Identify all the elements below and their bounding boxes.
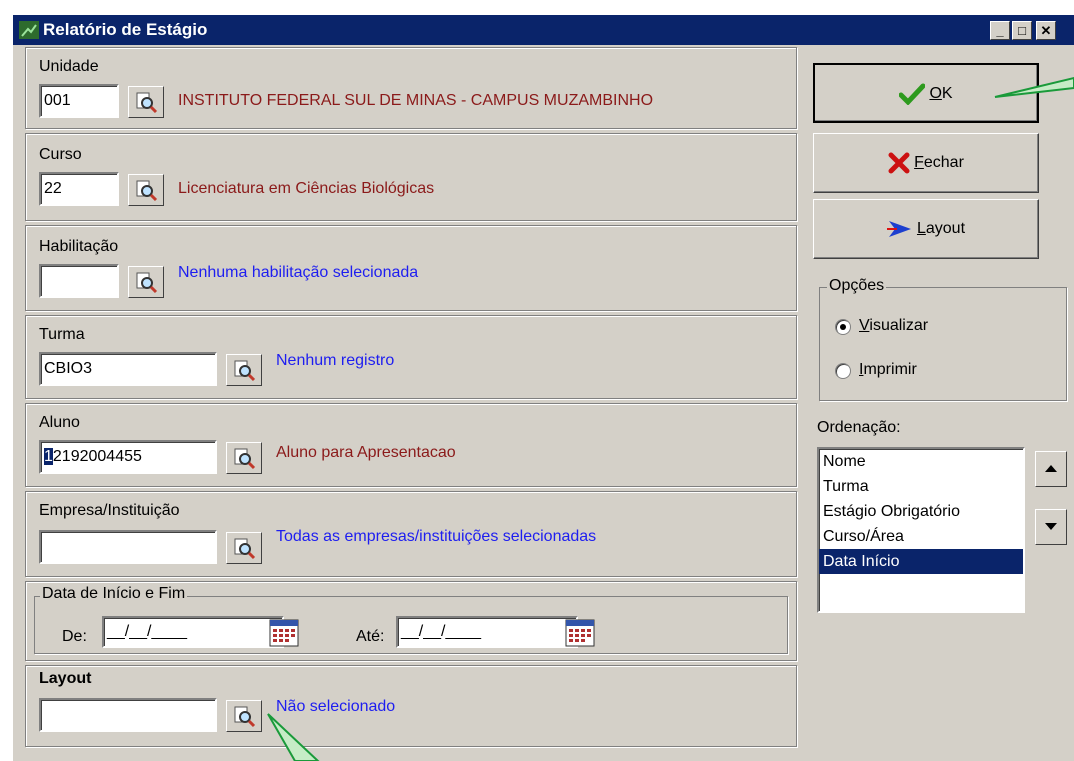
ok-callout-pointer xyxy=(994,76,1074,98)
annotation-overlay xyxy=(267,76,1074,761)
layout-callout-pointer xyxy=(267,713,320,761)
